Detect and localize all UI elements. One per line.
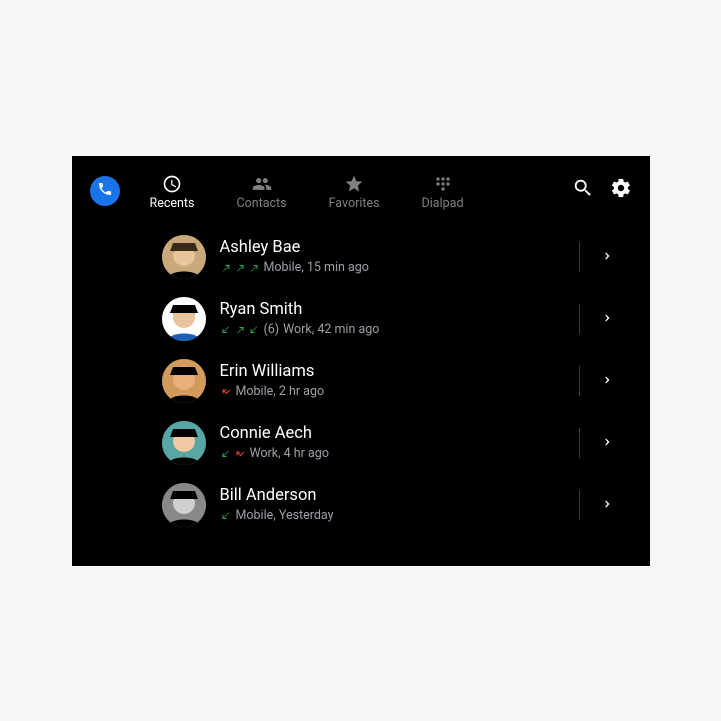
call-row[interactable]: Ashley Bae Mobile, 15 min ago [90,226,632,288]
dialpad-icon [433,174,453,194]
chevron-right-icon [602,247,614,266]
call-row[interactable]: Connie Aech Work, 4 hr ago [90,412,632,474]
call-name: Connie Aech [220,424,563,445]
chevron-right-icon [602,433,614,452]
call-meta: Work, 4 hr ago [250,446,329,461]
tab-contacts[interactable]: Contacts [236,174,286,211]
call-in-icon [220,448,232,460]
tab-label: Contacts [236,196,286,211]
call-sub: Mobile, 15 min ago [220,260,563,275]
call-out-icon [234,262,246,274]
details-button[interactable] [596,245,620,269]
call-out-icon [234,324,246,336]
recents-icon [162,174,182,194]
call-text: Bill Anderson Mobile, Yesterday [220,486,563,524]
tab-dialpad[interactable]: Dialpad [422,174,464,211]
tab-label: Dialpad [422,196,464,211]
call-meta: Mobile, 15 min ago [264,260,369,275]
tab-favorites[interactable]: Favorites [329,174,380,211]
divider [579,304,580,334]
avatar [162,483,206,527]
call-sub: Mobile, Yesterday [220,508,563,523]
call-arrows [220,510,232,522]
avatar [162,235,206,279]
chevron-right-icon [602,309,614,328]
call-in-icon [248,324,260,336]
search-icon [572,177,594,203]
divider [579,428,580,458]
call-arrows [220,386,232,398]
call-meta: Mobile, 2 hr ago [236,384,325,399]
call-text: Erin Williams Mobile, 2 hr ago [220,362,563,400]
call-arrows [220,448,246,460]
call-meta: Mobile, Yesterday [236,508,334,523]
divider [579,366,580,396]
divider [579,490,580,520]
call-sub: Work, 4 hr ago [220,446,563,461]
call-arrows [220,262,260,274]
phone-button[interactable] [90,176,120,206]
call-in-icon [220,324,232,336]
call-out-icon [248,262,260,274]
details-button[interactable] [596,369,620,393]
call-name: Erin Williams [220,362,563,383]
call-sub: Mobile, 2 hr ago [220,384,563,399]
call-meta: Work, 42 min ago [283,322,379,337]
tabs: Recents Contacts Favorites Dialpad [150,174,464,211]
divider [579,242,580,272]
recents-list: Ashley Bae Mobile, 15 min ago Ryan Smith… [90,226,632,536]
call-name: Ashley Bae [220,238,563,259]
call-arrows [220,324,260,336]
contacts-icon [252,174,272,194]
settings-button[interactable] [610,179,632,201]
details-button[interactable] [596,431,620,455]
details-button[interactable] [596,307,620,331]
phone-icon [97,181,113,201]
call-text: Ryan Smith (6) Work, 42 min ago [220,300,563,338]
avatar [162,359,206,403]
phone-app: Recents Contacts Favorites Dialpad [72,156,650,566]
avatar [162,297,206,341]
call-sub: (6) Work, 42 min ago [220,322,563,337]
tab-label: Favorites [329,196,380,211]
call-name: Bill Anderson [220,486,563,507]
search-button[interactable] [572,179,594,201]
call-missed-icon [234,448,246,460]
call-out-icon [220,262,232,274]
call-missed-icon [220,386,232,398]
tab-recents[interactable]: Recents [150,174,195,211]
tab-label: Recents [150,196,195,211]
call-name: Ryan Smith [220,300,563,321]
call-text: Ashley Bae Mobile, 15 min ago [220,238,563,276]
star-icon [344,174,364,194]
call-count: (6) [264,322,280,337]
call-row[interactable]: Ryan Smith (6) Work, 42 min ago [90,288,632,350]
avatar [162,421,206,465]
topbar: Recents Contacts Favorites Dialpad [90,174,632,218]
call-row[interactable]: Erin Williams Mobile, 2 hr ago [90,350,632,412]
chevron-right-icon [602,495,614,514]
call-in-icon [220,510,232,522]
details-button[interactable] [596,493,620,517]
call-row[interactable]: Bill Anderson Mobile, Yesterday [90,474,632,536]
call-text: Connie Aech Work, 4 hr ago [220,424,563,462]
gear-icon [610,177,632,203]
chevron-right-icon [602,371,614,390]
